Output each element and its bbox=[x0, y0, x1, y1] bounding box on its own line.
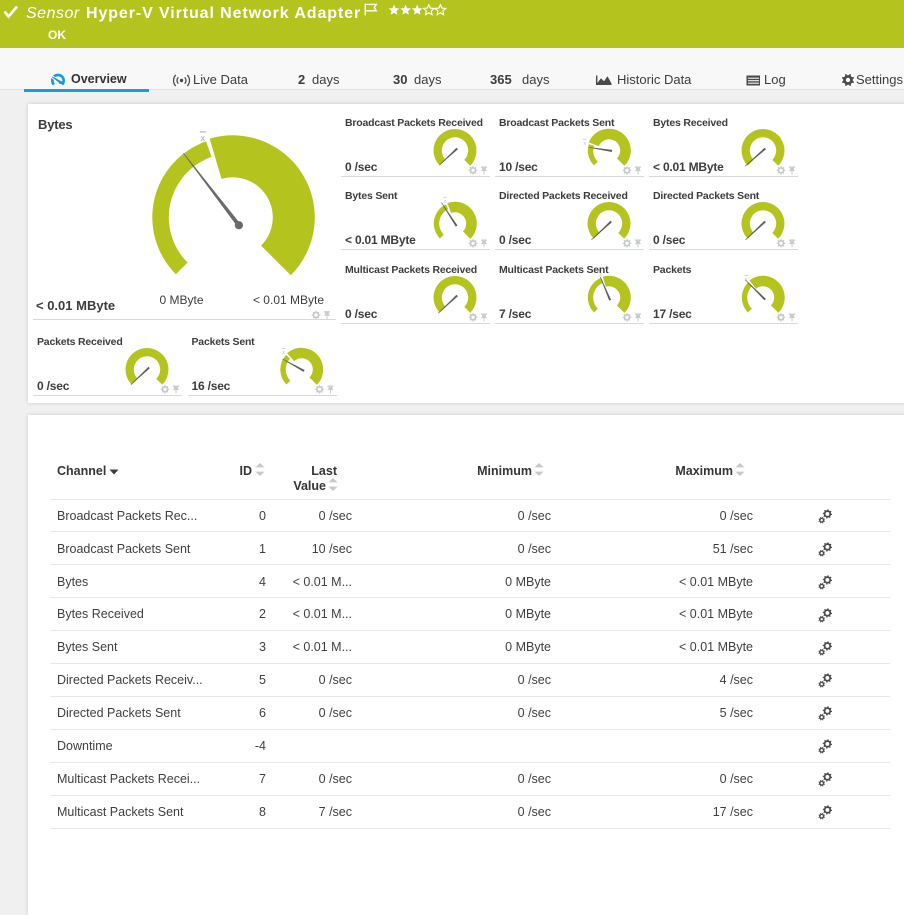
svg-text:x: x bbox=[583, 140, 586, 146]
svg-text:x: x bbox=[444, 198, 447, 204]
svg-text:x: x bbox=[200, 132, 205, 143]
svg-text:x: x bbox=[282, 350, 285, 356]
